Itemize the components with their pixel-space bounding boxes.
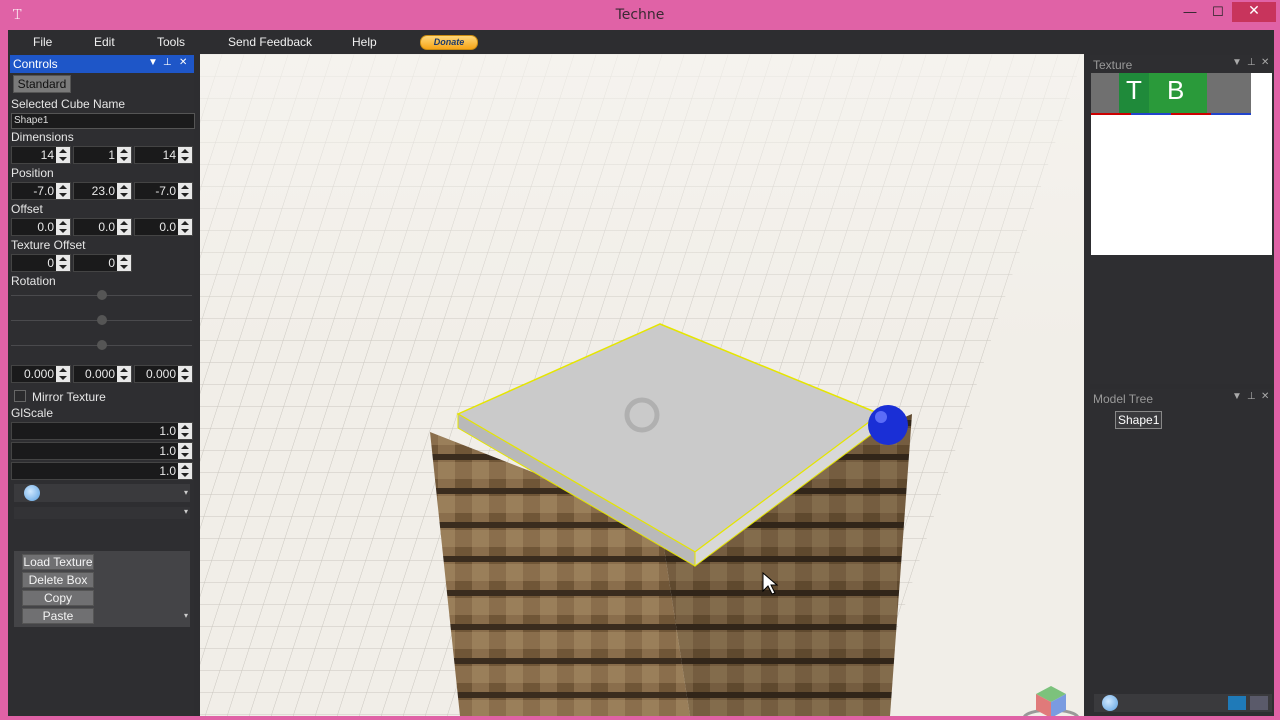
dimensions-label: Dimensions	[11, 130, 74, 144]
panel-dropdown-icon[interactable]: ▼	[148, 57, 158, 68]
group-icon[interactable]	[1250, 696, 1268, 710]
controls-panel: Controls ▼ ⊥ ✕ Standard Selected Cube Na…	[10, 55, 195, 716]
offset-x-stepper[interactable]: 0.0	[11, 218, 71, 236]
mirror-texture-checkbox[interactable]	[14, 390, 26, 402]
offset-z-stepper[interactable]: 0.0	[134, 218, 193, 236]
cube-tool-icon[interactable]	[24, 485, 40, 501]
move-gizmo-sphere	[868, 405, 908, 445]
donate-button[interactable]: Donate	[420, 35, 478, 50]
panel-dropdown-icon[interactable]: ▼	[1232, 57, 1242, 68]
dimension-y-stepper[interactable]: 1	[73, 146, 132, 164]
folder-icon[interactable]	[1228, 696, 1246, 710]
glscale-x-stepper[interactable]: 1.0	[11, 422, 193, 440]
controls-panel-header: Controls ▼ ⊥ ✕	[10, 55, 194, 73]
model-tree-panel: Model Tree ▼ ⊥ ✕ Shape1	[1090, 389, 1274, 716]
paste-button[interactable]: Paste	[22, 608, 94, 624]
texture-offset-label: Texture Offset	[11, 238, 86, 252]
model-tree-title: Model Tree	[1093, 392, 1154, 406]
slider-knob[interactable]	[97, 315, 107, 325]
menu-edit[interactable]: Edit	[94, 35, 115, 49]
model-tree-header: Model Tree ▼ ⊥ ✕	[1090, 389, 1274, 407]
texture-offset-u-stepper[interactable]: 0	[11, 254, 71, 272]
menu-send-feedback[interactable]: Send Feedback	[228, 35, 312, 49]
close-panel-icon[interactable]: ✕	[1261, 57, 1269, 68]
texture-panel: Texture ▼ ⊥ ✕ T B	[1090, 55, 1274, 384]
texture-bottom-face: B	[1149, 73, 1207, 115]
viewport-scene	[200, 54, 1084, 716]
mirror-texture-label: Mirror Texture	[32, 390, 106, 404]
pin-icon[interactable]: ⊥	[1247, 391, 1256, 402]
texture-preview[interactable]: T B	[1091, 73, 1272, 255]
texture-panel-title: Texture	[1093, 58, 1133, 72]
minimize-button[interactable]: —	[1176, 4, 1204, 22]
texture-top-face: T	[1119, 73, 1149, 115]
texture-offset-v-stepper[interactable]: 0	[73, 254, 132, 272]
3d-viewport[interactable]	[200, 54, 1084, 716]
menu-bar: File Edit Tools Send Feedback Help Donat…	[8, 30, 1274, 54]
model-tree-toolbar	[1094, 694, 1272, 712]
slider-knob[interactable]	[97, 340, 107, 350]
title-bar: 𝚃 Techne — ☐ ✕	[0, 0, 1280, 30]
glscale-y-stepper[interactable]: 1.0	[11, 442, 193, 460]
menu-file[interactable]: File	[33, 35, 52, 49]
maximize-button[interactable]: ☐	[1204, 4, 1232, 22]
offset-y-stepper[interactable]: 0.0	[73, 218, 132, 236]
cube-tool-icon[interactable]	[1102, 695, 1118, 711]
rotation-label: Rotation	[11, 274, 56, 288]
client-area: File Edit Tools Send Feedback Help Donat…	[8, 30, 1274, 716]
position-y-stepper[interactable]: 23.0	[73, 182, 132, 200]
toolbar-overflow-icon[interactable]: ▾	[184, 507, 188, 516]
position-z-stepper[interactable]: -7.0	[134, 182, 193, 200]
close-panel-icon[interactable]: ✕	[1261, 391, 1269, 402]
slider-knob[interactable]	[97, 290, 107, 300]
texture-panel-header: Texture ▼ ⊥ ✕	[1090, 55, 1274, 73]
pin-icon[interactable]: ⊥	[1247, 57, 1256, 68]
cube-name-input[interactable]: Shape1	[11, 113, 195, 129]
delete-box-button[interactable]: Delete Box	[22, 572, 94, 588]
menu-help[interactable]: Help	[352, 35, 377, 49]
rotation-y-slider[interactable]	[11, 315, 192, 325]
dimension-x-stepper[interactable]: 14	[11, 146, 71, 164]
position-x-stepper[interactable]: -7.0	[11, 182, 71, 200]
controls-panel-title: Controls	[13, 57, 58, 71]
copy-button[interactable]: Copy	[22, 590, 94, 606]
close-panel-icon[interactable]: ✕	[179, 57, 187, 68]
selected-cube-name-label: Selected Cube Name	[11, 97, 126, 111]
toolbar-overflow-icon[interactable]: ▾	[184, 611, 188, 620]
window-title: Techne	[615, 7, 665, 23]
app-window: 𝚃 Techne — ☐ ✕ File Edit Tools Send Feed…	[0, 0, 1280, 720]
load-texture-button[interactable]: Load Texture	[22, 554, 94, 570]
rotation-z-slider[interactable]	[11, 340, 192, 350]
cube-toolbar: ▾	[14, 484, 190, 502]
position-label: Position	[11, 166, 54, 180]
offset-label: Offset	[11, 202, 43, 216]
rotation-x-slider[interactable]	[11, 290, 192, 300]
panel-dropdown-icon[interactable]: ▼	[1232, 391, 1242, 402]
toolbar-overflow-icon[interactable]: ▾	[184, 488, 188, 497]
rotation-y-stepper[interactable]: 0.000	[73, 365, 132, 383]
glscale-z-stepper[interactable]: 1.0	[11, 462, 193, 480]
tree-item-shape1[interactable]: Shape1	[1115, 411, 1163, 429]
dimension-z-stepper[interactable]: 14	[134, 146, 193, 164]
rotation-z-stepper[interactable]: 0.000	[134, 365, 193, 383]
pin-icon[interactable]: ⊥	[163, 57, 172, 68]
glscale-label: GlScale	[11, 406, 54, 420]
standard-button[interactable]: Standard	[13, 75, 71, 93]
empty-toolbar: ▾	[14, 507, 190, 519]
rotation-x-stepper[interactable]: 0.000	[11, 365, 71, 383]
menu-tools[interactable]: Tools	[157, 35, 185, 49]
texture-edge-strip	[1091, 113, 1251, 115]
action-button-group: Load Texture Delete Box Copy Paste ▾	[14, 551, 190, 627]
close-button[interactable]: ✕	[1232, 2, 1276, 22]
